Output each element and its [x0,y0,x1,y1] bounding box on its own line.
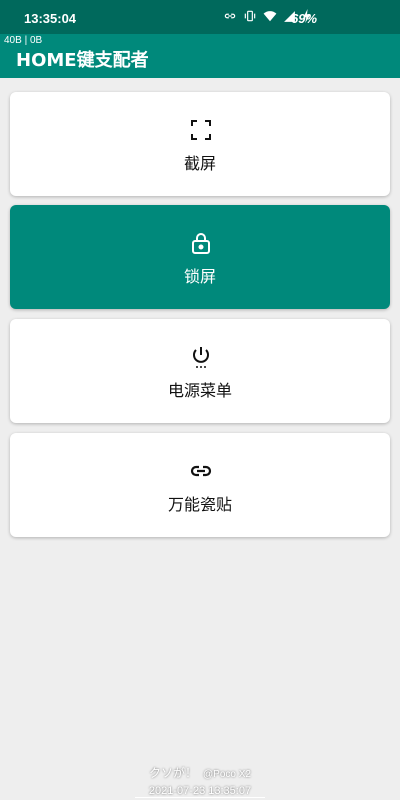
vibrate-icon [243,9,257,23]
power-menu-card[interactable]: 电源菜单 [10,319,390,423]
watermark-timestamp: 2021-07-23 13:35:07 [134,785,266,798]
power-icon [189,345,213,369]
universal-tile-card[interactable]: 万能瓷贴 [10,433,390,537]
photo-watermark: クソが！ @Poco X2 2021-07-23 13:35:07 [0,764,400,799]
status-time: 13:35:04 [24,11,77,26]
link-icon [189,459,213,483]
card-label: 截屏 [183,154,216,173]
watermark-text: クソが！ [149,766,198,780]
card-label: 电源菜单 [167,381,232,400]
battery-percent: 69% [291,11,318,26]
card-label: 锁屏 [183,267,216,286]
lock-icon [189,231,213,255]
link-icon [223,9,237,23]
network-speed: 40B | 0B [4,35,43,46]
card-label: 万能瓷贴 [167,495,232,514]
app-title: HOME键支配者 [16,50,149,71]
screenshot-icon [189,118,213,142]
watermark-brand: @Poco X2 [203,769,251,780]
screenshot-card[interactable]: 截屏 [10,92,390,196]
lock-screen-card[interactable]: 锁屏 [10,205,390,309]
status-bar: 13:35:04 69% [0,0,400,34]
wifi-icon [263,9,277,23]
app-bar: 40B | 0B HOME键支配者 [0,34,400,78]
